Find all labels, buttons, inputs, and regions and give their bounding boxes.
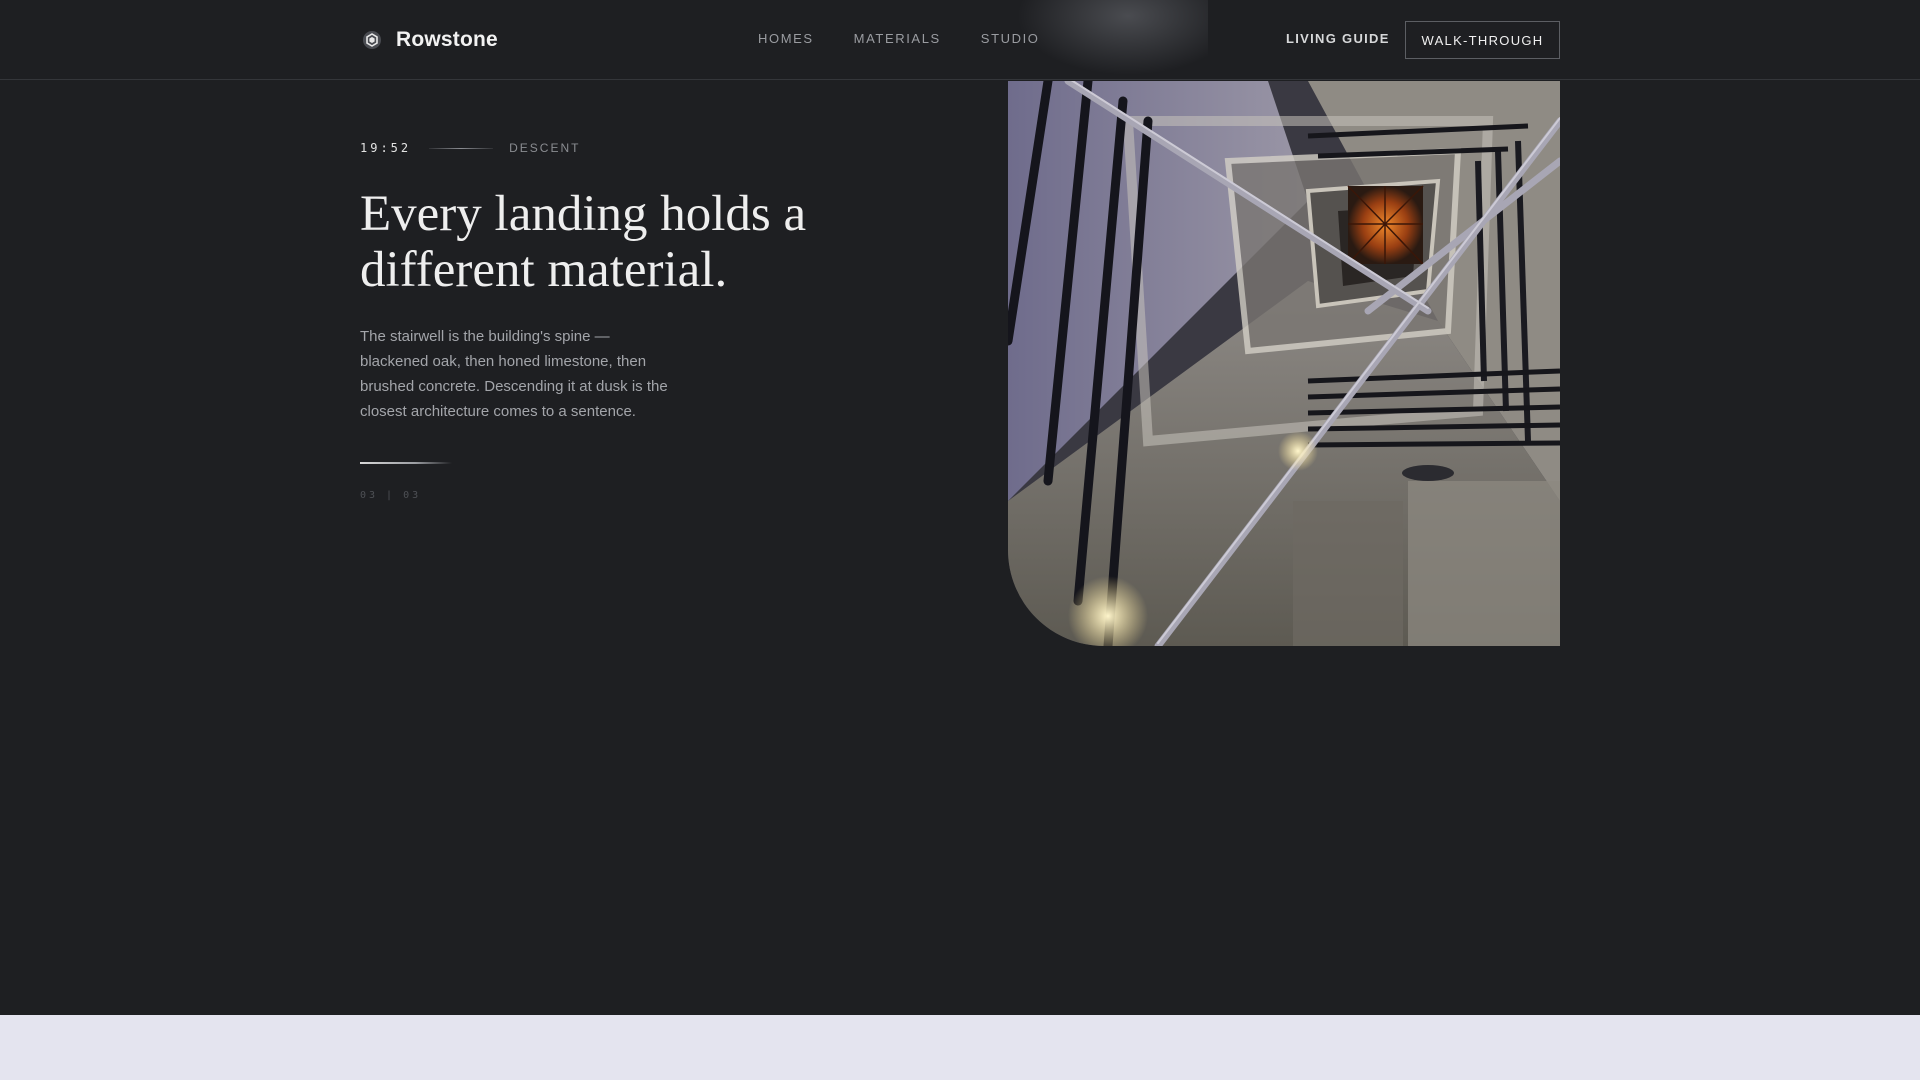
progress-indicator [360, 462, 452, 464]
hero-body: The stairwell is the building's spine — … [360, 328, 668, 420]
eyebrow-divider [429, 147, 494, 149]
page: Rowstone HOMES MATERIALS STUDIO LIVING G… [0, 0, 1920, 1080]
site-header: Rowstone HOMES MATERIALS STUDIO LIVING G… [0, 0, 1920, 80]
walk-through-button[interactable]: WALK-THROUGH [1405, 21, 1560, 59]
hex-logo-icon [360, 28, 384, 52]
primary-nav: HOMES MATERIALS STUDIO [758, 31, 1040, 46]
time-label: 19:52 [360, 141, 412, 155]
section-label: DESCENT [509, 141, 581, 155]
stairwell-photo [1008, 81, 1560, 646]
next-section-band [0, 1015, 1920, 1080]
living-guide-link[interactable]: LIVING GUIDE [1286, 31, 1390, 46]
counter-separator: | [386, 490, 396, 501]
counter-total: 03 [403, 490, 422, 501]
hero-headline: Every landing holds a different material… [360, 186, 807, 298]
nav-item-materials[interactable]: MATERIALS [854, 31, 941, 46]
counter-current: 03 [360, 490, 379, 501]
photo-glow [1008, 0, 1208, 80]
slide-counter: 03 | 03 [360, 490, 421, 501]
brand-name: Rowstone [396, 28, 498, 51]
brand-link[interactable]: Rowstone [360, 26, 498, 54]
nav-item-homes[interactable]: HOMES [758, 31, 814, 46]
section-eyebrow: 19:52 DESCENT [360, 141, 580, 155]
